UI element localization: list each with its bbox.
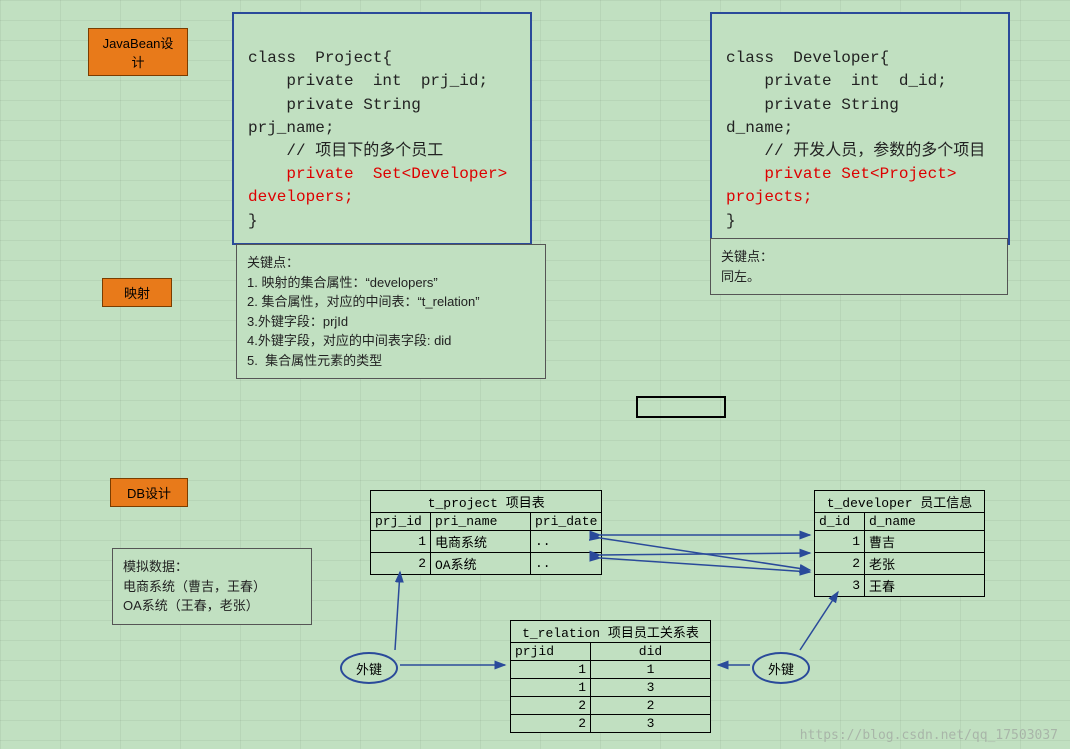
code-line-highlight: private Set<Developer> developers;	[248, 165, 517, 206]
table-row: 2 2	[511, 697, 711, 715]
codebox-developer: class Developer{ private int d_id; priva…	[710, 12, 1010, 245]
tag-db: DB设计	[110, 478, 188, 507]
table-title: t_relation 项目员工关系表	[511, 621, 711, 643]
tag-javabean: JavaBean设计	[88, 28, 188, 76]
col-header: prjid	[511, 643, 591, 661]
fk-ellipse-right: 外键	[752, 652, 810, 684]
table-row: 2 3	[511, 715, 711, 733]
code-line: private String prj_name;	[248, 96, 440, 137]
code-line: // 开发人员，参数的多个项目	[726, 142, 985, 160]
col-header: did	[591, 643, 711, 661]
watermark: https://blog.csdn.net/qq_17503037	[800, 728, 1058, 743]
note-mock-data: 模拟数据： 电商系统（曹吉，王春） OA系统（王春，老张）	[112, 548, 312, 625]
code-line: private int d_id;	[726, 72, 947, 90]
code-line: }	[726, 212, 736, 230]
table-row: 1 电商系统 ..	[371, 531, 602, 553]
col-header: pri_date	[531, 513, 602, 531]
col-header: d_name	[865, 513, 985, 531]
table-t-developer: t_developer 员工信息 d_id d_name 1 曹吉 2 老张 3…	[814, 490, 985, 597]
fk-ellipse-left: 外键	[340, 652, 398, 684]
code-line: class Project{	[248, 49, 392, 67]
table-title: t_project 项目表	[371, 491, 602, 513]
col-header: pri_name	[431, 513, 531, 531]
table-row: 2 老张	[815, 553, 985, 575]
code-line-highlight: private Set<Project> projects;	[726, 165, 966, 206]
code-line: class Developer{	[726, 49, 889, 67]
table-row: 1 3	[511, 679, 711, 697]
table-row: 1 1	[511, 661, 711, 679]
note-mapping-left: 关键点： 1. 映射的集合属性：“developers” 2. 集合属性，对应的…	[236, 244, 546, 379]
col-header: d_id	[815, 513, 865, 531]
table-row: 1 曹吉	[815, 531, 985, 553]
selection-cursor	[636, 396, 726, 418]
table-title: t_developer 员工信息	[815, 491, 985, 513]
table-row: 3 王春	[815, 575, 985, 597]
tag-mapping: 映射	[102, 278, 172, 307]
code-line: private int prj_id;	[248, 72, 488, 90]
table-row: 2 OA系统 ..	[371, 553, 602, 575]
code-line: }	[248, 212, 258, 230]
code-line: private String d_name;	[726, 96, 928, 137]
col-header: prj_id	[371, 513, 431, 531]
note-mapping-right: 关键点： 同左。	[710, 238, 1008, 295]
table-t-project: t_project 项目表 prj_id pri_name pri_date 1…	[370, 490, 602, 575]
table-t-relation: t_relation 项目员工关系表 prjid did 1 1 1 3 2 2…	[510, 620, 711, 733]
code-line: // 项目下的多个员工	[248, 142, 443, 160]
codebox-project: class Project{ private int prj_id; priva…	[232, 12, 532, 245]
